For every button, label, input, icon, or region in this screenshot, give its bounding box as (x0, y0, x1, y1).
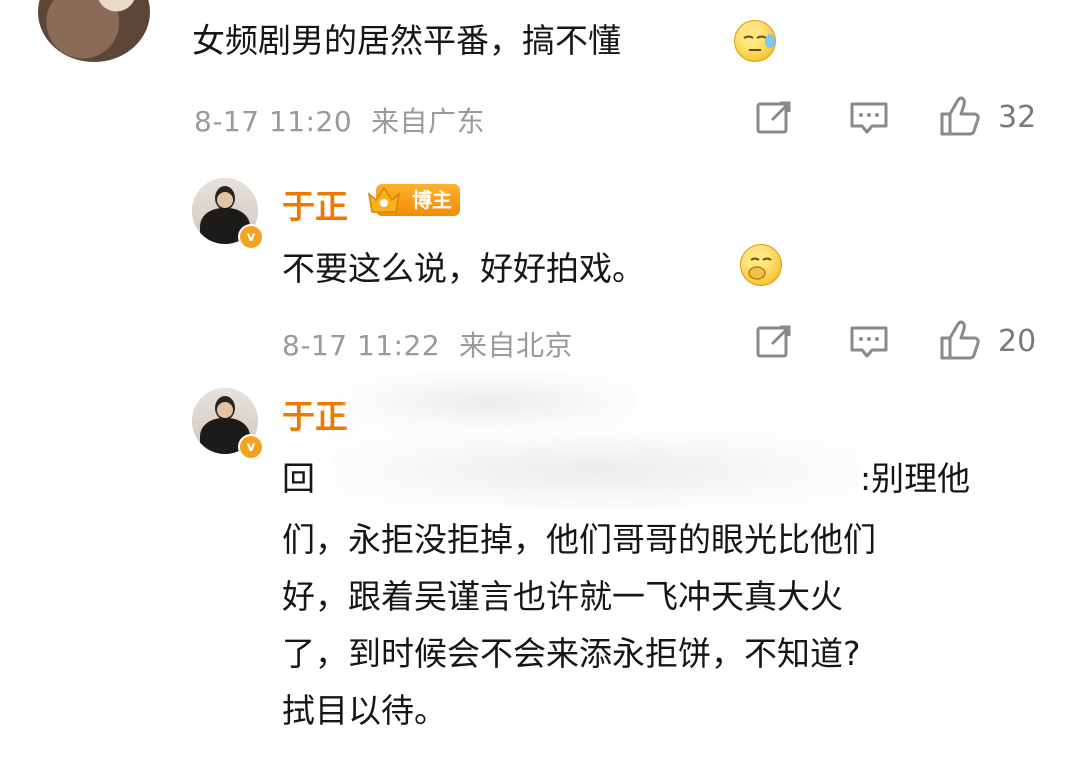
share-icon[interactable] (754, 98, 794, 142)
comment-location: 来自广东 (370, 105, 485, 138)
reply-time: 8-17 11:22 (282, 329, 441, 362)
like-count: 20 (998, 324, 1037, 359)
covering-mouth-emoji (740, 244, 782, 286)
like-count: 32 (998, 100, 1037, 135)
blogger-badge: 博主 (366, 184, 460, 216)
redacted-area (345, 372, 635, 432)
reply-1-meta: 8-17 11:22 来自北京 (282, 324, 573, 364)
comment-1-text: 女频剧男的居然平番，搞不懂 (192, 21, 621, 60)
reply-1-username[interactable]: 于正 (282, 180, 348, 228)
comment-icon[interactable] (848, 322, 890, 366)
like-icon[interactable] (938, 94, 984, 142)
sweat-drop-icon (765, 34, 775, 48)
verified-badge-icon: v (238, 224, 264, 250)
comment-icon[interactable] (848, 98, 890, 142)
comment-time: 8-17 11:20 (194, 105, 353, 138)
reply-2-text: 回 :别理他 们，永拒没拒掉，他们哥哥的眼光比他们 好，跟着吴谨言也许就一飞冲天… (282, 459, 971, 730)
verified-badge-icon: v (238, 434, 264, 460)
like-icon[interactable] (938, 318, 984, 366)
reply-location: 来自北京 (458, 329, 573, 362)
share-icon[interactable] (754, 322, 794, 366)
commenter-avatar[interactable] (38, 0, 150, 62)
crown-icon (366, 184, 402, 216)
comment-1-meta: 8-17 11:20 来自广东 (194, 100, 485, 140)
reply-1-text: 不要这么说，好好拍戏。 (282, 249, 645, 288)
